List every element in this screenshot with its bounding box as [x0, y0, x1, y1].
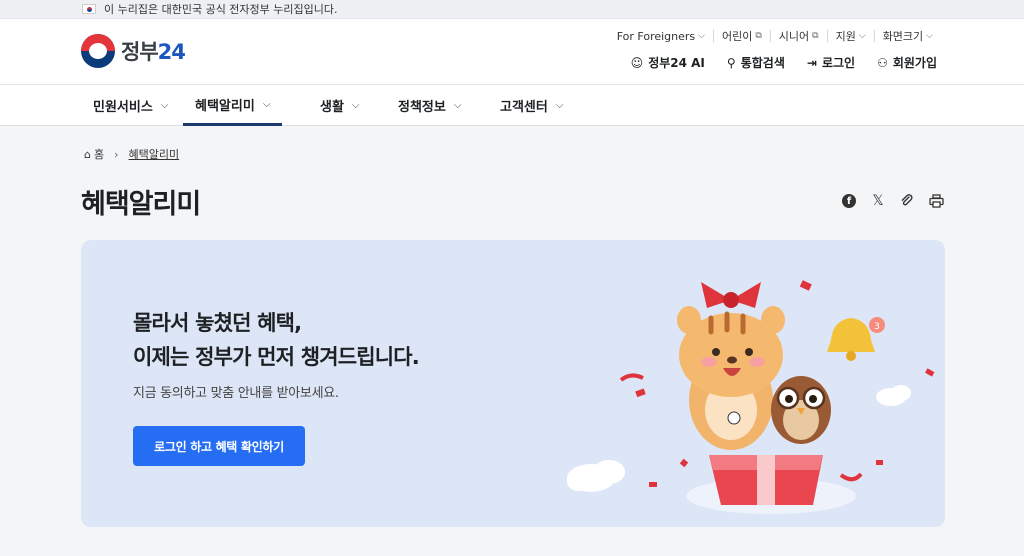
- cloud-icon: [567, 460, 625, 492]
- copy-link-button[interactable]: [898, 192, 916, 210]
- facebook-icon: f: [842, 194, 856, 208]
- korea-flag-icon: [82, 4, 96, 14]
- chevron-down-icon: ⌵: [160, 100, 169, 111]
- nav-policy-info[interactable]: 정책정보 ⌵: [398, 85, 461, 126]
- print-button[interactable]: [927, 192, 945, 210]
- link-icon: [901, 194, 913, 206]
- chevron-down-icon: ⌵: [858, 31, 866, 41]
- util-children[interactable]: 어린이 ⧉: [712, 30, 770, 43]
- hero-subtext: 지금 동의하고 맞춤 안내를 받아보세요.: [133, 386, 339, 401]
- facebook-share-button[interactable]: f: [840, 192, 858, 210]
- nav-civil-services[interactable]: 민원서비스 ⌵: [93, 85, 168, 126]
- util-senior[interactable]: 시니어 ⧉: [769, 30, 827, 43]
- mascot-gift-illustration: 3: [567, 280, 935, 514]
- cloud-icon: [876, 385, 911, 406]
- search-link[interactable]: ⚲ 통합검색: [727, 54, 785, 71]
- nav-customer-center[interactable]: 고객센터 ⌵: [500, 85, 563, 126]
- login-link[interactable]: ⇥ 로그인: [807, 54, 855, 71]
- benefit-hero-card: 몰라서 놓쳤던 혜택, 이제는 정부가 먼저 챙겨드립니다. 지금 동의하고 맞…: [81, 240, 945, 527]
- utility-links: For Foreigners ⌵ 어린이 ⧉ 시니어 ⧉ 지원 ⌵ 화면크기 ⌵: [609, 30, 941, 44]
- nav-life[interactable]: 생활 ⌵: [320, 85, 360, 126]
- util-screen-size[interactable]: 화면크기 ⌵: [873, 30, 941, 43]
- chevron-down-icon: ⌵: [453, 100, 462, 111]
- breadcrumb: ⌂ 홈 › 혜택알리미: [84, 146, 179, 162]
- nav-benefit-alerts[interactable]: 혜택알리미 ⌵: [183, 85, 283, 126]
- svg-text:3: 3: [874, 322, 880, 332]
- user-add-icon: ⚇: [877, 55, 888, 70]
- home-icon: ⌂: [84, 147, 91, 161]
- ai-assistant-link[interactable]: ☺ 정부24 AI: [631, 54, 705, 71]
- ai-mascot-icon: ☺: [630, 55, 644, 70]
- chevron-down-icon: ⌵: [351, 100, 360, 111]
- hero-headline: 몰라서 놓쳤던 혜택, 이제는 정부가 먼저 챙겨드립니다.: [133, 311, 420, 369]
- gov-symbol-icon: [81, 34, 115, 68]
- gov-banner-text: 이 누리집은 대한민국 공식 전자정부 누리집입니다.: [104, 3, 338, 16]
- breadcrumb-home[interactable]: 홈: [94, 146, 104, 162]
- chevron-down-icon: ⌵: [698, 31, 705, 41]
- main-nav: 민원서비스 ⌵ 혜택알리미 ⌵ 생활 ⌵ 정책정보 ⌵ 고객센터 ⌵: [0, 85, 1024, 126]
- signup-link[interactable]: ⚇ 회원가입: [877, 54, 937, 71]
- page-title: 혜택알리미: [81, 189, 201, 220]
- util-for-foreigners[interactable]: For Foreigners ⌵: [609, 30, 713, 43]
- site-header: 정부24 For Foreigners ⌵ 어린이 ⧉ 시니어 ⧉ 지원 ⌵ 화면크기 ⌵…: [0, 19, 1024, 85]
- login-icon: ⇥: [806, 55, 817, 70]
- site-logo[interactable]: 정부24: [81, 34, 186, 68]
- print-icon: [928, 194, 944, 208]
- search-icon: ⚲: [726, 55, 736, 70]
- chevron-down-icon: ⌵: [555, 100, 564, 111]
- logo-text: 정부24: [121, 40, 186, 64]
- header-main-links: ☺ 정부24 AI ⚲ 통합검색 ⇥ 로그인 ⚇ 회원가입: [609, 54, 937, 71]
- chevron-down-icon: ⌵: [926, 31, 933, 41]
- chevron-down-icon: ⌵: [262, 98, 271, 110]
- login-check-benefits-button[interactable]: 로그인 하고 혜택 확인하기: [133, 426, 305, 466]
- gov-official-banner: 이 누리집은 대한민국 공식 전자정부 누리집입니다.: [0, 0, 1024, 19]
- share-tools: f 𝕏: [829, 192, 945, 210]
- x-icon: 𝕏: [872, 193, 884, 209]
- external-link-icon: ⧉: [755, 31, 762, 41]
- x-share-button[interactable]: 𝕏: [869, 192, 887, 210]
- external-link-icon: ⧉: [812, 31, 819, 41]
- chevron-right-icon: ›: [114, 147, 119, 161]
- breadcrumb-current[interactable]: 혜택알리미: [129, 146, 180, 162]
- util-support[interactable]: 지원 ⌵: [826, 30, 874, 43]
